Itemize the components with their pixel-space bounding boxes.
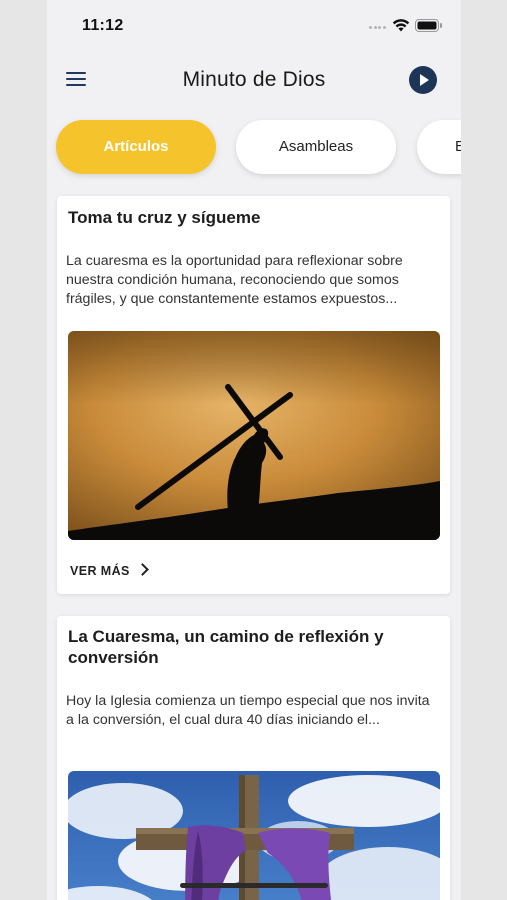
article-image[interactable] — [68, 331, 440, 540]
home-indicator — [180, 883, 328, 888]
article-excerpt: La cuaresma es la oportunidad para refle… — [66, 253, 403, 307]
article-title: Toma tu cruz y sígueme — [68, 208, 261, 227]
signal-dots-icon — [369, 26, 387, 30]
cross-purple-cloth-image — [68, 771, 440, 900]
status-bar: 11:12 — [47, 0, 461, 50]
article-card[interactable]: La Cuaresma, un camino de reflexión y co… — [57, 616, 450, 900]
battery-icon — [415, 19, 442, 32]
tab-articulos[interactable]: Artículos — [56, 120, 216, 174]
play-button[interactable] — [409, 66, 437, 94]
chevron-right-icon — [135, 563, 149, 576]
article-card[interactable]: Toma tu cruz y sígueme La cuaresma es la… — [57, 196, 450, 594]
read-more-label: VER MÁS — [70, 564, 130, 578]
status-time: 11:12 — [82, 17, 124, 34]
article-title: La Cuaresma, un camino de reflexión y co… — [68, 627, 384, 667]
tab-partial[interactable]: E — [417, 120, 461, 174]
tab-asambleas[interactable]: Asambleas — [236, 120, 396, 174]
article-excerpt: Hoy la Iglesia comienza un tiempo especi… — [66, 693, 430, 728]
category-tabs: Artículos Asambleas E — [47, 120, 461, 176]
cross-silhouette-image — [68, 331, 440, 540]
app-screen: 11:12 Minuto de Dios Artículos Asambleas… — [47, 0, 461, 900]
read-more-link[interactable]: VER MÁS — [70, 563, 149, 578]
article-image[interactable] — [68, 771, 440, 900]
app-title: Minuto de Dios — [182, 68, 326, 91]
play-icon — [420, 74, 429, 86]
app-header: Minuto de Dios — [47, 58, 461, 104]
wifi-icon — [392, 19, 410, 32]
